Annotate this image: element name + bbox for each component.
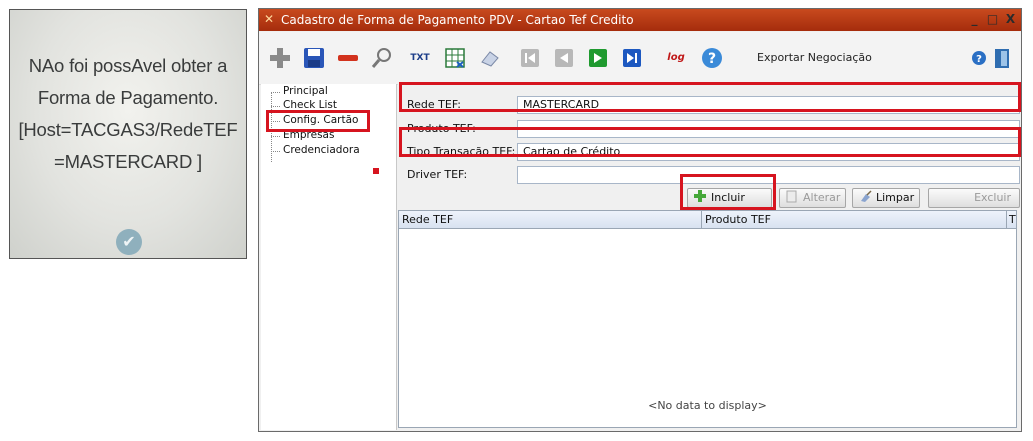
export-negotiation-label[interactable]: Exportar Negociação (757, 51, 872, 64)
help-icon[interactable]: ? (699, 45, 725, 71)
tree-item-config-cartao[interactable]: Config. Cartão (271, 114, 358, 126)
tree-item-empresas[interactable]: Empresas (271, 129, 334, 141)
edit-icon (784, 189, 800, 207)
empty-grid-message: <No data to display> (648, 399, 767, 412)
error-message: NAo foi possAvel obter a Forma de Pagame… (10, 50, 246, 178)
incluir-label: Incluir (711, 191, 745, 204)
limpar-label: Limpar (876, 191, 915, 204)
alterar-button[interactable]: Alterar (779, 188, 846, 208)
close-button[interactable]: X (1003, 12, 1018, 27)
app-window: ✕ Cadastro de Forma de Pagamento PDV - C… (258, 8, 1022, 432)
tipo-transacao-field[interactable]: Cartao de Crédito (517, 143, 1020, 161)
svg-text:?: ? (976, 54, 982, 65)
last-record-icon[interactable] (619, 45, 645, 71)
tree-item-credenciadora[interactable]: Credenciadora (271, 144, 360, 156)
column-rede-tef[interactable]: Rede TEF (402, 213, 453, 226)
broom-icon (857, 189, 873, 207)
column-produto-tef[interactable]: Produto TEF (705, 213, 771, 226)
excluir-button[interactable]: Excluir (928, 188, 1020, 208)
tree-item-check-list[interactable]: Check List (271, 99, 337, 111)
error-photo: NAo foi possAvel obter a Forma de Pagame… (9, 9, 247, 259)
column-truncated[interactable]: T (1009, 213, 1016, 226)
title-bar: ✕ Cadastro de Forma de Pagamento PDV - C… (259, 9, 1021, 31)
navigation-tree: Principal Check List Config. Cartão Empr… (261, 84, 397, 430)
first-record-icon[interactable] (517, 45, 543, 71)
rede-tef-field[interactable]: MASTERCARD (517, 96, 1020, 114)
column-separator (701, 211, 702, 228)
remove-icon[interactable] (335, 45, 361, 71)
driver-tef-label: Driver TEF: (407, 168, 468, 181)
check-icon: ✔ (116, 229, 142, 255)
app-icon: ✕ (264, 12, 275, 26)
error-line-4: =MASTERCARD ] (54, 151, 202, 172)
restore-button[interactable]: □ (985, 12, 1000, 27)
txt-export-icon[interactable]: TXT (407, 45, 433, 71)
spreadsheet-icon[interactable] (442, 45, 468, 71)
log-icon[interactable]: log (663, 45, 689, 71)
produto-tef-label: Produto TEF: (407, 122, 476, 135)
save-icon[interactable] (301, 45, 327, 71)
column-separator (1006, 211, 1007, 228)
rede-tef-label: Rede TEF: (407, 98, 462, 111)
search-icon[interactable] (369, 45, 395, 71)
limpar-button[interactable]: Limpar (852, 188, 920, 208)
incluir-button[interactable]: Incluir (687, 188, 772, 208)
tree-item-principal[interactable]: Principal (271, 85, 328, 97)
driver-tef-field[interactable] (517, 166, 1020, 184)
grid-header: Rede TEF Produto TEF T (399, 211, 1016, 229)
red-marker (373, 168, 379, 174)
error-line-3: [Host=TACGAS3/RedeTEF (18, 119, 238, 140)
svg-text:?: ? (708, 51, 716, 67)
plus-icon (692, 189, 708, 207)
results-grid: Rede TEF Produto TEF T <No data to displ… (398, 210, 1017, 428)
exit-icon[interactable] (989, 45, 1015, 71)
card-config-form: Rede TEF: MASTERCARD Produto TEF: Tipo T… (398, 84, 1021, 209)
toolbar: TXT log ? Exportar Negociação ? (259, 32, 1021, 85)
add-icon[interactable] (267, 45, 293, 71)
alterar-label: Alterar (803, 191, 841, 204)
minimize-button[interactable]: _ (967, 12, 982, 27)
previous-record-icon[interactable] (551, 45, 577, 71)
produto-tef-field[interactable] (517, 120, 1020, 138)
next-record-icon[interactable] (585, 45, 611, 71)
error-line-1: NAo foi possAvel obter a (28, 55, 228, 76)
tipo-transacao-label: Tipo Transação TEF: (407, 145, 516, 158)
eraser-icon[interactable] (477, 45, 503, 71)
error-line-2: Forma de Pagamento. (37, 87, 219, 108)
window-title: Cadastro de Forma de Pagamento PDV - Car… (281, 13, 634, 27)
